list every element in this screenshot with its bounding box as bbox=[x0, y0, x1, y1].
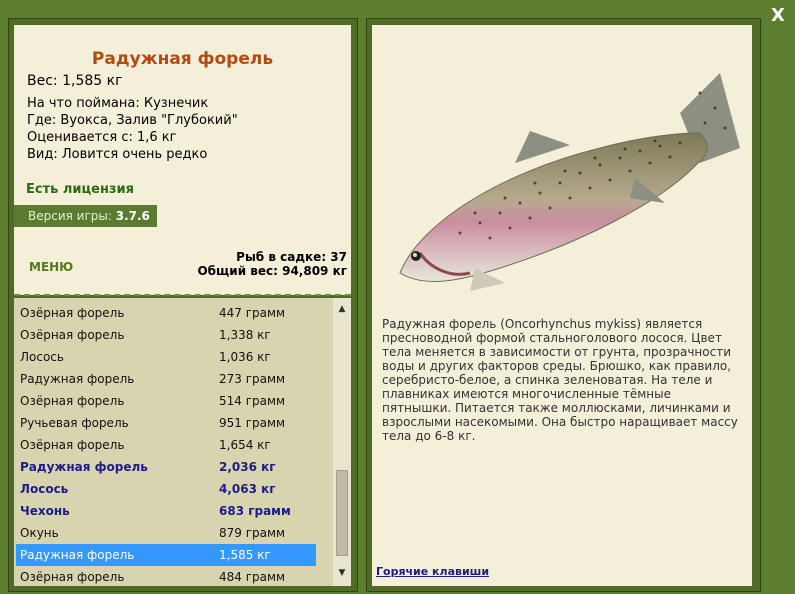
fish-weight-cell: 484 грамм bbox=[219, 570, 286, 584]
fish-title: Радужная форель bbox=[91, 49, 274, 69]
fish-name: Озёрная форель bbox=[20, 394, 125, 408]
fish-details: На что поймана: Кузнечик Где: Вуокса, За… bbox=[27, 95, 238, 163]
fish-name: Радужная форель bbox=[20, 372, 135, 386]
fish-name: Озёрная форель bbox=[20, 328, 125, 342]
fish-weight-cell: 951 грамм bbox=[219, 416, 286, 430]
list-item[interactable]: Ручьевая форель 951 грамм bbox=[16, 412, 316, 434]
fish-weight-cell: 514 грамм bbox=[219, 394, 286, 408]
fish-count: Рыб в садке: 37 bbox=[236, 250, 347, 264]
list-item[interactable]: Лосось 1,036 кг bbox=[16, 346, 316, 368]
list-scrollbar[interactable]: ▲ ▼ bbox=[333, 298, 351, 586]
list-item[interactable]: Радужная форель 273 грамм bbox=[16, 368, 316, 390]
fish-weight: Вес: 1,585 кг bbox=[27, 73, 123, 89]
version-value: 3.7.6 bbox=[115, 209, 150, 223]
fish-info-panel: Радужная форель Вес: 1,585 кг На что пой… bbox=[14, 25, 351, 295]
caught-with: На что поймана: Кузнечик bbox=[27, 96, 209, 111]
fish-name: Озёрная форель bbox=[20, 306, 125, 320]
license-status: Есть лицензия bbox=[26, 182, 134, 197]
list-item[interactable]: Радужная форель 2,036 кг bbox=[16, 456, 316, 478]
fish-name: Озёрная форель bbox=[20, 438, 125, 452]
list-item[interactable]: Озёрная форель 1,338 кг bbox=[16, 324, 316, 346]
fish-name: Озёрная форель bbox=[20, 570, 125, 584]
fish-name: Радужная форель bbox=[20, 548, 135, 562]
menu-button[interactable]: МЕНЮ bbox=[29, 260, 73, 274]
list-item[interactable]: Чехонь 683 грамм bbox=[16, 500, 316, 522]
fish-list: Озёрная форель 447 грамм Озёрная форель 1,3… bbox=[14, 298, 351, 586]
fish-weight-cell: 1,585 кг bbox=[219, 548, 271, 562]
rarity: Вид: Ловится очень редко bbox=[27, 147, 208, 162]
version-bar: Версия игры: 3.7.6 bbox=[14, 205, 157, 227]
fish-weight-cell: 2,036 кг bbox=[219, 460, 276, 474]
fish-weight-cell: 273 грамм bbox=[219, 372, 286, 386]
fish-name: Ручьевая форель bbox=[20, 416, 129, 430]
rated-from: Оценивается с: 1,6 кг bbox=[27, 130, 177, 145]
list-item[interactable]: Озёрная форель 484 грамм bbox=[16, 566, 316, 586]
list-item[interactable]: Радужная форель 1,585 кг bbox=[16, 544, 316, 566]
total-weight: Общий вес: 94,809 кг bbox=[197, 264, 347, 278]
list-item[interactable]: Озёрная форель 447 грамм bbox=[16, 302, 316, 324]
list-item[interactable]: Лосось 4,063 кг bbox=[16, 478, 316, 500]
fish-weight-cell: 4,063 кг bbox=[219, 482, 276, 496]
trout-image bbox=[399, 73, 740, 291]
fish-weight-cell: 1,036 кг bbox=[219, 350, 271, 364]
divider bbox=[14, 294, 351, 296]
version-label: Версия игры: bbox=[28, 209, 112, 223]
fish-weight-cell: 1,338 кг bbox=[219, 328, 271, 342]
fish-weight-cell: 1,654 кг bbox=[219, 438, 271, 452]
hotkeys-link[interactable]: Горячие клавиши bbox=[376, 565, 489, 578]
catch-location: Где: Вуокса, Залив "Глубокий" bbox=[27, 113, 238, 128]
list-item[interactable]: Озёрная форель 514 грамм bbox=[16, 390, 316, 412]
fish-weight-cell: 683 грамм bbox=[219, 504, 291, 518]
close-icon[interactable]: X bbox=[768, 6, 788, 26]
fish-description-panel: Радужная форель (Oncorhynchus mykiss) яв… bbox=[372, 25, 752, 586]
scroll-thumb[interactable] bbox=[336, 470, 348, 556]
fish-weight-cell: 447 грамм bbox=[219, 306, 286, 320]
fish-name: Чехонь bbox=[20, 504, 70, 518]
fish-name: Окунь bbox=[20, 526, 59, 540]
net-stats: Рыб в садке: 37 Общий вес: 94,809 кг bbox=[197, 250, 347, 278]
fish-name: Лосось bbox=[20, 350, 64, 364]
scroll-down-icon[interactable]: ▼ bbox=[334, 566, 350, 580]
fish-weight-cell: 879 грамм bbox=[219, 526, 286, 540]
list-item[interactable]: Озёрная форель 1,654 кг bbox=[16, 434, 316, 456]
fish-description: Радужная форель (Oncorhynchus mykiss) яв… bbox=[382, 317, 738, 443]
fish-name: Лосось bbox=[20, 482, 69, 496]
list-item[interactable]: Окунь 879 грамм bbox=[16, 522, 316, 544]
scroll-up-icon[interactable]: ▲ bbox=[334, 302, 350, 316]
fish-name: Радужная форель bbox=[20, 460, 148, 474]
